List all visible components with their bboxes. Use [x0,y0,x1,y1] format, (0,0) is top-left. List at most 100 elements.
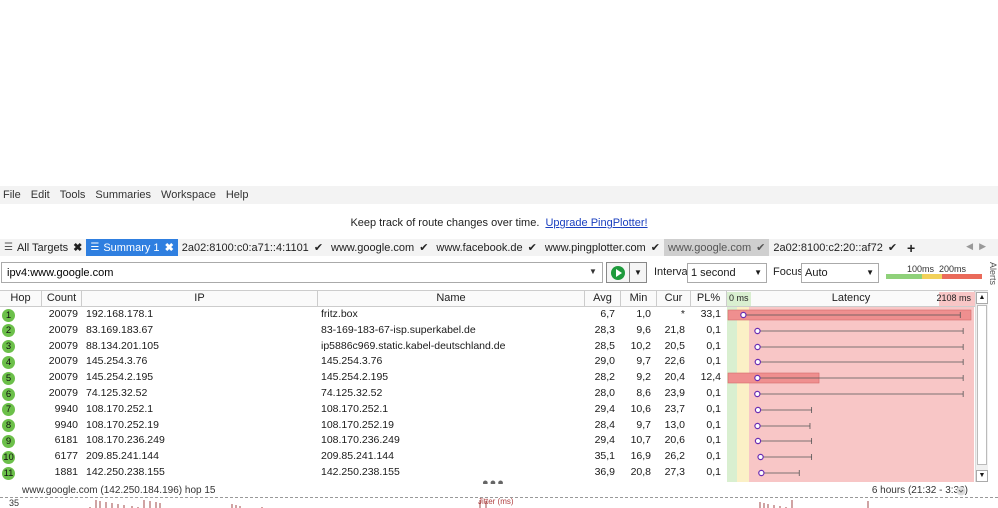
table-row[interactable]: 1 20079 192.168.178.1 fritz.box 6,7 1,0 * 33,1 [0,307,974,323]
name-cell: 145.254.2.195 [321,371,389,384]
table-row[interactable]: 8 9940 108.170.252.19 108.170.252.19 28,4 9,7… [0,418,974,434]
min-cell: 9,2 [636,371,651,384]
menu-bar: File Edit Tools Summaries Workspace Help [0,186,998,204]
col-cur[interactable]: Cur [657,291,691,307]
hop-cell: 9 [0,433,42,449]
alerts-side-tab[interactable]: Alerts [988,262,998,292]
cur-cell: 20,5 [664,339,685,352]
tab-0[interactable]: ☰ All Targets ✖ [0,239,86,256]
upgrade-link[interactable]: Upgrade PingPlotter! [545,217,647,229]
name-cell: 142.250.238.155 [321,466,400,478]
play-dropdown-button[interactable]: ▼ [630,262,647,283]
ip-cell: 108.170.252.1 [86,402,154,415]
menu-edit[interactable]: Edit [31,189,57,201]
hop-cell: 3 [0,339,42,355]
add-tab-icon[interactable]: + [907,240,915,256]
chevron-down-icon[interactable]: ▼ [589,267,597,276]
latency-graph [758,469,800,477]
grid-scrollbar[interactable]: ▲ ▼ [975,291,988,482]
latency-graph [754,406,813,413]
hop-badge: 5 [2,371,15,385]
col-latency[interactable]: 0 ms Latency 2108 ms [727,291,975,307]
latency-avg-marker [754,406,762,413]
hop-badge: 2 [2,324,15,338]
table-row[interactable]: 7 9940 108.170.252.1 108.170.252.1 29,4 10,6 2… [0,402,974,418]
hop-cell: 6 [0,386,42,402]
scroll-down-button[interactable]: ▼ [976,470,988,482]
latency-max-label: 2108 ms [936,293,971,303]
col-hop[interactable]: Hop [0,291,42,307]
tab-bar: ☰ All Targets ✖ ☰ Summary 1 ✖ 2a02:8100:c0:a71… [0,239,998,256]
timeline-target: www.google.com (142.250.184.196) hop 15 [22,485,216,496]
pl-cell: 0,1 [706,434,721,447]
close-icon[interactable]: ✖ [73,241,82,254]
legend-200ms: 200ms [939,264,967,274]
tab-7[interactable]: 2a02:8100:c2:20::af72 ✔ [769,239,901,256]
menu-file[interactable]: File [3,189,28,201]
col-count[interactable]: Count [42,291,82,307]
col-pl[interactable]: PL% [691,291,727,307]
latency-avg-marker [758,469,765,477]
menu-summaries[interactable]: Summaries [95,189,158,201]
avg-cell: 36,9 [594,466,615,478]
pl-cell: 0,1 [706,418,721,431]
latency-graph [727,372,964,384]
list-icon: ☰ [90,242,100,253]
upgrade-banner: Keep track of route changes over time. U… [0,214,998,232]
play-button[interactable] [606,262,630,283]
avg-cell: 29,0 [594,355,615,368]
col-avg[interactable]: Avg [585,291,621,307]
table-row[interactable]: 6 20079 74.125.32.52 74.125.32.52 28,0 8,6 23,… [0,386,974,402]
list-icon: ☰ [4,242,13,253]
tab-2[interactable]: 2a02:8100:c0:a71::4:1101 ✔ [178,239,327,256]
col-ip[interactable]: IP [82,291,318,307]
count-cell: 6177 [54,450,78,463]
min-cell: 10,7 [630,434,651,447]
timeline-range[interactable]: 6 hours (21:32 - 3:32) [872,485,968,496]
min-cell: 10,2 [630,339,651,352]
col-min[interactable]: Min [621,291,657,307]
jitter-graph: 35 Jitter (ms) [0,497,998,508]
check-icon: ✔ [419,242,429,254]
menu-help[interactable]: Help [226,189,256,201]
avg-cell: 29,4 [594,434,615,447]
count-cell: 20079 [48,339,78,352]
table-row[interactable]: 3 20079 88.134.201.105 ip5886c969.static.ka… [0,339,974,355]
tab-4[interactable]: www.facebook.de ✔ [432,239,540,256]
min-cell: 8,6 [636,387,651,399]
close-icon[interactable]: ✖ [165,241,174,254]
cur-cell: 26,2 [664,450,685,463]
scroll-thumb[interactable] [977,305,987,465]
count-cell: 1881 [54,466,78,478]
tab-3[interactable]: www.google.com ✔ [327,239,432,256]
table-row[interactable]: 10 6177 209.85.241.144 209.85.241.144 35,1 16… [0,449,974,465]
latency-avg-marker [754,438,762,445]
chevron-down-icon[interactable] [956,486,966,496]
min-cell: 16,9 [630,450,651,463]
hop-cell: 1 [0,307,42,323]
avg-cell: 28,0 [594,387,615,399]
tab-6[interactable]: www.google.com ✔ [663,239,770,256]
scroll-up-button[interactable]: ▲ [976,292,988,304]
menu-tools[interactable]: Tools [60,189,93,201]
focus-select[interactable]: Auto ▼ [801,263,879,283]
name-cell: ip5886c969.static.kabel-deutschland.de [321,339,506,352]
table-row[interactable]: 4 20079 145.254.3.76 145.254.3.76 29,0 9,7 22,… [0,354,974,370]
hop-cell: 4 [0,354,42,370]
tab-5[interactable]: www.pingplotter.com ✔ [541,239,664,256]
target-input[interactable] [1,262,603,283]
name-cell: 108.170.252.1 [321,402,389,415]
interval-select[interactable]: 1 second ▼ [687,263,767,283]
check-icon: ✔ [650,242,660,254]
banner-text: Keep track of route changes over time. [350,217,540,229]
tab-1[interactable]: ☰ Summary 1 ✖ [86,239,178,256]
table-row[interactable]: 2 20079 83.169.183.67 83-169-183-67-isp.sup… [0,323,974,339]
table-row[interactable]: 5 20079 145.254.2.195 145.254.2.195 28,2 9,2 2… [0,370,974,386]
play-icon [611,265,625,280]
menu-workspace[interactable]: Workspace [161,189,223,201]
pl-cell: 12,4 [700,371,721,384]
col-name[interactable]: Name [318,291,585,307]
min-cell: 20,8 [630,466,651,478]
tab-scroll-arrows[interactable]: ◀▶ [966,241,992,252]
table-row[interactable]: 9 6181 108.170.236.249 108.170.236.249 29,4 1… [0,433,974,449]
